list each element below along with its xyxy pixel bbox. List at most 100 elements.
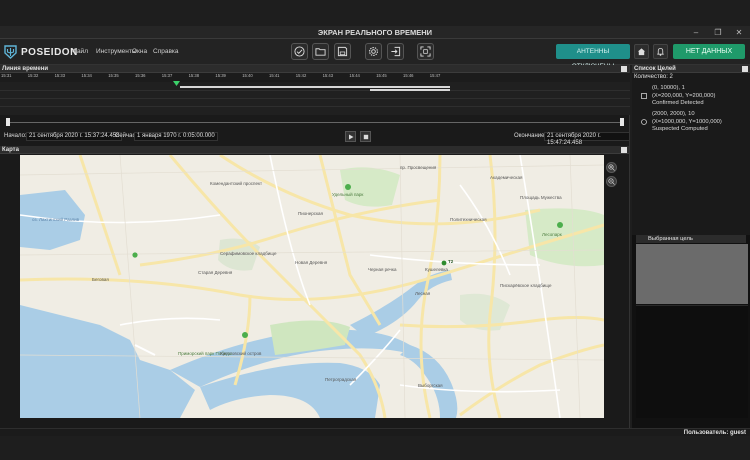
timeline-tick-label: 15:45 — [376, 73, 387, 78]
map-label: Лесопарк — [542, 232, 562, 237]
stop-icon — [363, 134, 368, 139]
end-value: 21 сентября 2020 г. 15:47:24.458 — [544, 132, 630, 146]
map-view[interactable]: Комендантский проспект Удельный парк Пио… — [20, 155, 604, 418]
map-panel: Карта Комендантский проспект Удельный па… — [0, 146, 630, 428]
no-data-button[interactable]: НЕТ ДАННЫХ — [673, 44, 745, 59]
selected-target-header: Выбранная цель — [636, 235, 746, 243]
timeline-slider[interactable] — [6, 118, 624, 126]
map-label: Выборгская — [418, 383, 443, 388]
notifications-button[interactable] — [653, 44, 668, 59]
current-user: Пользователь: guest — [683, 430, 746, 436]
timeline-tick-label: 15:39 — [215, 73, 226, 78]
map-label: Академическая — [490, 175, 523, 180]
save-button[interactable] — [334, 43, 351, 60]
selected-target-panel: Выбранная цель — [632, 235, 750, 428]
home-icon — [637, 48, 646, 56]
stop-button[interactable] — [360, 131, 371, 142]
start-value: 21 сентября 2020 г. 15:37:24.458 — [26, 132, 123, 141]
menu-windows[interactable]: Окна — [132, 48, 147, 55]
target-marker-label: T2 — [448, 259, 454, 264]
panel-menu-icon[interactable] — [621, 66, 627, 72]
timeline-tick-label: 15:43 — [322, 73, 334, 78]
map-label: Лесная — [415, 291, 431, 296]
zoom-in-icon — [608, 164, 615, 171]
map-label: Черная речка — [368, 267, 397, 272]
target-item[interactable]: (2000, 2000), 10 (X=1000,000, Y=1000,000… — [634, 111, 748, 135]
timeline-tick-label: 15:37 — [161, 73, 173, 78]
target-coords: (2000, 2000), 10 — [652, 111, 695, 117]
timeline-tick-label: 15:31 — [1, 73, 12, 78]
timeline-range-bar — [370, 89, 450, 91]
zoom-out-button[interactable] — [606, 176, 617, 187]
menu-help[interactable]: Справка — [153, 48, 179, 55]
map-label: Политехническая — [450, 217, 487, 222]
settings-button[interactable] — [365, 43, 382, 60]
target-item[interactable]: (0, 10000), 1 (X=200,000, Y=200,000) Con… — [634, 85, 748, 109]
timeline-tick-label: 15:38 — [188, 73, 200, 78]
start-label: Начало: — [4, 133, 27, 139]
target-t2-icon[interactable] — [441, 260, 447, 266]
minimize-icon[interactable]: – — [686, 27, 706, 38]
map-label: оз. Лахтинский Разлив — [32, 217, 80, 222]
map-title: Карта — [2, 147, 19, 153]
timeline-tracks[interactable] — [0, 81, 630, 115]
panel-menu-icon[interactable] — [621, 147, 627, 153]
timeline-title: Линия времени — [2, 66, 49, 72]
check-circle-icon — [294, 46, 305, 57]
zoom-out-icon — [608, 178, 615, 185]
map-label: пр. Просвещения — [400, 165, 437, 170]
map-label: Старая Деревня — [198, 270, 233, 275]
app-name: POSEIDON — [21, 46, 78, 58]
timeline-tick-label: 15:36 — [135, 73, 146, 78]
save-icon — [337, 46, 348, 57]
window-title: ЭКРАН РЕАЛЬНОГО ВРЕМЕНИ — [317, 28, 433, 37]
timeline-tick-label: 15:47 — [429, 73, 441, 78]
timeline-tick-label: 15:42 — [295, 73, 307, 78]
timeline-tick-label: 15:32 — [27, 73, 39, 78]
map-label: Кушелевка — [425, 267, 448, 272]
map-label: Удельный парк — [332, 192, 364, 197]
target-confirmed-icon — [641, 93, 647, 99]
folder-icon — [315, 48, 326, 56]
map-header: Карта — [0, 146, 629, 154]
home-button[interactable] — [634, 44, 649, 59]
login-button[interactable] — [387, 43, 404, 60]
current-time-marker-icon[interactable] — [173, 81, 180, 86]
close-icon[interactable]: ✕ — [729, 27, 749, 38]
menu-file[interactable]: Файл — [72, 48, 88, 55]
map-label: Пионерская — [298, 211, 323, 216]
poseidon-logo-icon — [4, 45, 17, 59]
timeline-tick-label: 15:33 — [54, 73, 66, 78]
window-titlebar: ЭКРАН РЕАЛЬНОГО ВРЕМЕНИ – ❐ ✕ — [0, 26, 750, 39]
timeline-range-bar — [180, 86, 450, 88]
panel-menu-icon[interactable] — [742, 66, 748, 72]
open-folder-button[interactable] — [312, 43, 329, 60]
fullscreen-button[interactable] — [417, 43, 434, 60]
timeline-ruler[interactable]: 15:31 15:32 15:33 15:34 15:35 15:36 15:37 15:38… — [0, 73, 630, 82]
antennas-status-button[interactable]: АНТЕННЫ ОТКЛЮЧЕНЫ — [556, 44, 630, 70]
map-label: Площадь Мужества — [520, 195, 562, 200]
target-status: Confirmed Detected — [652, 100, 704, 106]
confirm-button[interactable] — [291, 43, 308, 60]
gear-icon — [369, 47, 378, 56]
now-value: 1 января 1970 г. 0:05:00.000 — [134, 132, 218, 141]
play-button[interactable] — [345, 131, 356, 142]
target-status: Suspected Computed — [652, 126, 708, 132]
slider-end-handle[interactable] — [620, 118, 624, 126]
target-position: (X=1000,000, Y=1000,000) — [652, 118, 722, 125]
targets-title: Список Целей — [634, 66, 676, 72]
map-label: Пискарёвское кладбище — [500, 283, 552, 288]
slider-start-handle[interactable] — [6, 118, 10, 126]
timeline-tick-label: 15:41 — [269, 73, 280, 78]
timeline-tick-label: 15:34 — [81, 73, 92, 78]
selected-target-title: Выбранная цель — [648, 236, 693, 242]
timeline-tick-label: 15:35 — [108, 73, 119, 78]
timeline-tick-label: 15:40 — [242, 73, 253, 78]
map-label: Комендантский проспект — [210, 181, 263, 186]
map-label: Беговая — [92, 277, 109, 282]
maximize-icon[interactable]: ❐ — [708, 27, 728, 38]
timeline-header: Линия времени — [0, 65, 629, 73]
menu-tools[interactable]: Инструменты — [96, 48, 137, 55]
selected-target-extra — [636, 305, 748, 418]
zoom-in-button[interactable] — [606, 162, 617, 173]
